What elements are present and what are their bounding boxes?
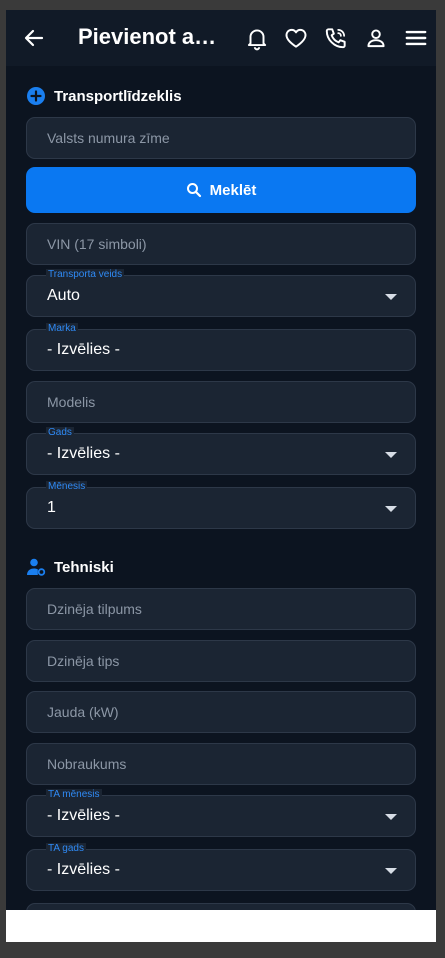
mileage-placeholder: Nobraukums (47, 756, 127, 772)
inspection-year-label: TA gads (46, 843, 86, 855)
power-input[interactable]: Jauda (kW) (26, 691, 416, 733)
plate-input[interactable]: Valsts numura zīme (26, 117, 416, 159)
plus-circle-icon (27, 87, 45, 105)
vin-input[interactable]: VIN (17 simboli) (26, 223, 416, 265)
page-title: Pievienot auto (78, 24, 228, 49)
model-placeholder: Modelis (47, 394, 96, 410)
top-bar: Pievienot auto (6, 10, 436, 66)
inspection-month-label: TA mēnesis (46, 789, 102, 801)
technical-section-header: Tehniski (26, 557, 114, 577)
user-settings-icon (27, 558, 46, 576)
month-select[interactable]: Mēnesis 1 (26, 481, 416, 529)
inspection-year-value: - Izvēlies - (47, 861, 120, 878)
user-icon[interactable] (363, 25, 389, 51)
vehicle-section-title: Transportlīdzeklis (54, 87, 182, 105)
transport-type-select[interactable]: Transporta veids Auto (26, 269, 416, 317)
inspection-month-value: - Izvēlies - (47, 807, 120, 824)
year-select[interactable]: Gads - Izvēlies - (26, 427, 416, 475)
phone-icon[interactable] (323, 25, 349, 51)
brand-select[interactable]: Marka - Izvēlies - (26, 323, 416, 371)
chevron-down-icon (385, 868, 397, 874)
model-input[interactable]: Modelis (26, 381, 416, 423)
chevron-down-icon (385, 294, 397, 300)
year-label: Gads (46, 427, 74, 439)
search-button[interactable]: Meklēt (26, 167, 416, 213)
engine-volume-input[interactable]: Dzinēja tilpums (26, 588, 416, 630)
bell-icon[interactable] (244, 25, 270, 51)
chevron-down-icon (385, 506, 397, 512)
engine-volume-placeholder: Dzinēja tilpums (47, 601, 142, 617)
inspection-year-select[interactable]: TA gads - Izvēlies - (26, 843, 416, 891)
bottom-bar (6, 910, 436, 942)
year-value: - Izvēlies - (47, 445, 120, 462)
inspection-month-select[interactable]: TA mēnesis - Izvēlies - (26, 789, 416, 837)
power-placeholder: Jauda (kW) (47, 704, 119, 720)
chevron-down-icon (385, 452, 397, 458)
heart-icon[interactable] (283, 25, 309, 51)
brand-value: - Izvēlies - (47, 341, 120, 358)
chevron-down-icon (385, 814, 397, 820)
app-frame: Pievienot auto Transportlīdzeklis Valsts… (6, 10, 436, 942)
vin-placeholder: VIN (17 simboli) (47, 236, 147, 252)
menu-icon[interactable] (403, 25, 429, 51)
engine-type-placeholder: Dzinēja tips (47, 653, 120, 669)
vehicle-section-header: Transportlīdzeklis (26, 86, 182, 106)
transport-type-label: Transporta veids (46, 269, 125, 281)
search-button-label: Meklēt (209, 181, 257, 199)
mileage-input[interactable]: Nobraukums (26, 743, 416, 785)
transport-type-value: Auto (47, 287, 80, 304)
technical-section-title: Tehniski (54, 558, 114, 576)
brand-label: Marka (46, 323, 78, 335)
search-icon (186, 183, 201, 198)
plate-placeholder: Valsts numura zīme (47, 130, 170, 146)
month-value: 1 (47, 499, 56, 516)
back-arrow-icon[interactable] (22, 26, 46, 50)
month-label: Mēnesis (46, 481, 88, 493)
engine-type-input[interactable]: Dzinēja tips (26, 640, 416, 682)
